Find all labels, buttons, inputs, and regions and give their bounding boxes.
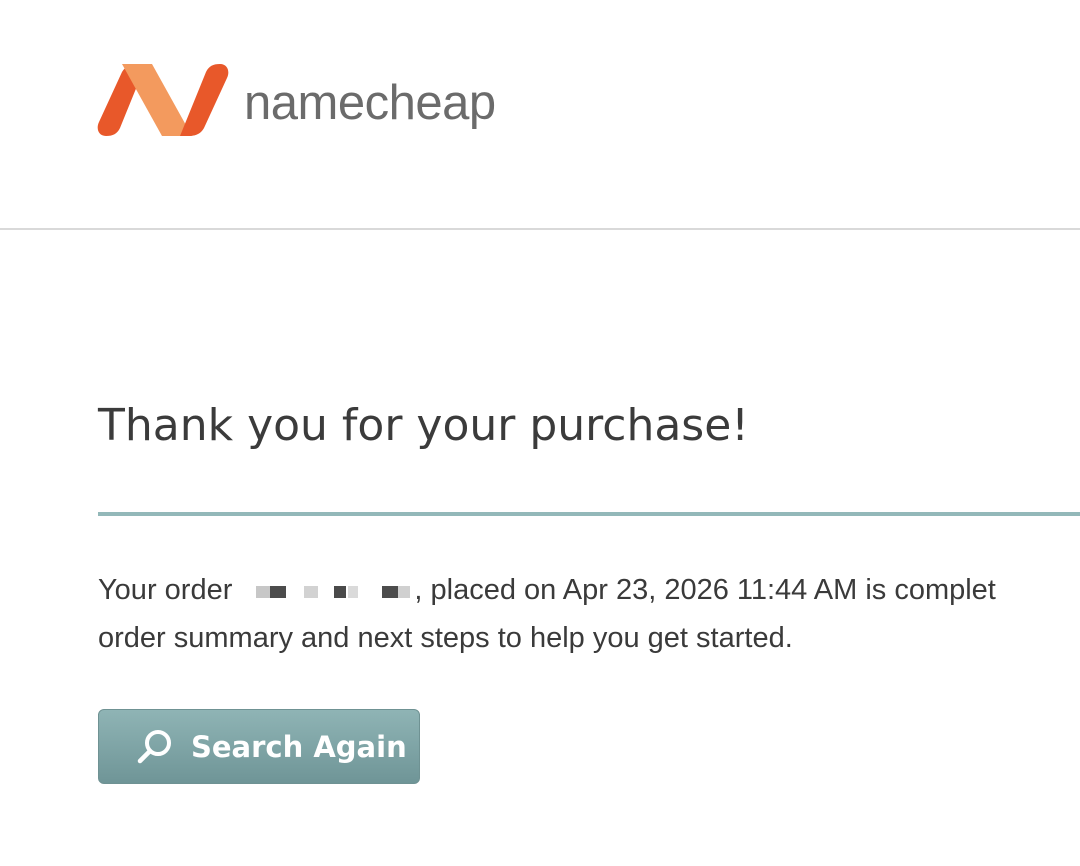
order-line-1: Your order , placed on Apr 23, 2026 11:4… bbox=[98, 566, 1080, 614]
order-confirmation-text: Your order , placed on Apr 23, 2026 11:4… bbox=[98, 566, 1080, 662]
redacted-order-number bbox=[242, 577, 412, 605]
page-title: Thank you for your purchase! bbox=[98, 400, 749, 451]
namecheap-wordmark: namecheap bbox=[244, 76, 496, 130]
order-prefix: Your order bbox=[98, 574, 233, 606]
search-again-button[interactable]: Search Again bbox=[98, 709, 420, 784]
search-again-label: Search Again bbox=[191, 729, 407, 764]
order-details: , placed on Apr 23, 2026 11:44 AM is com… bbox=[414, 574, 996, 606]
namecheap-logo[interactable]: namecheap bbox=[96, 62, 496, 138]
order-line-2: order summary and next steps to help you… bbox=[98, 622, 793, 654]
namecheap-logo-icon bbox=[97, 64, 229, 136]
site-header: namecheap bbox=[0, 0, 1080, 230]
title-divider bbox=[98, 512, 1080, 516]
search-icon bbox=[137, 729, 171, 763]
